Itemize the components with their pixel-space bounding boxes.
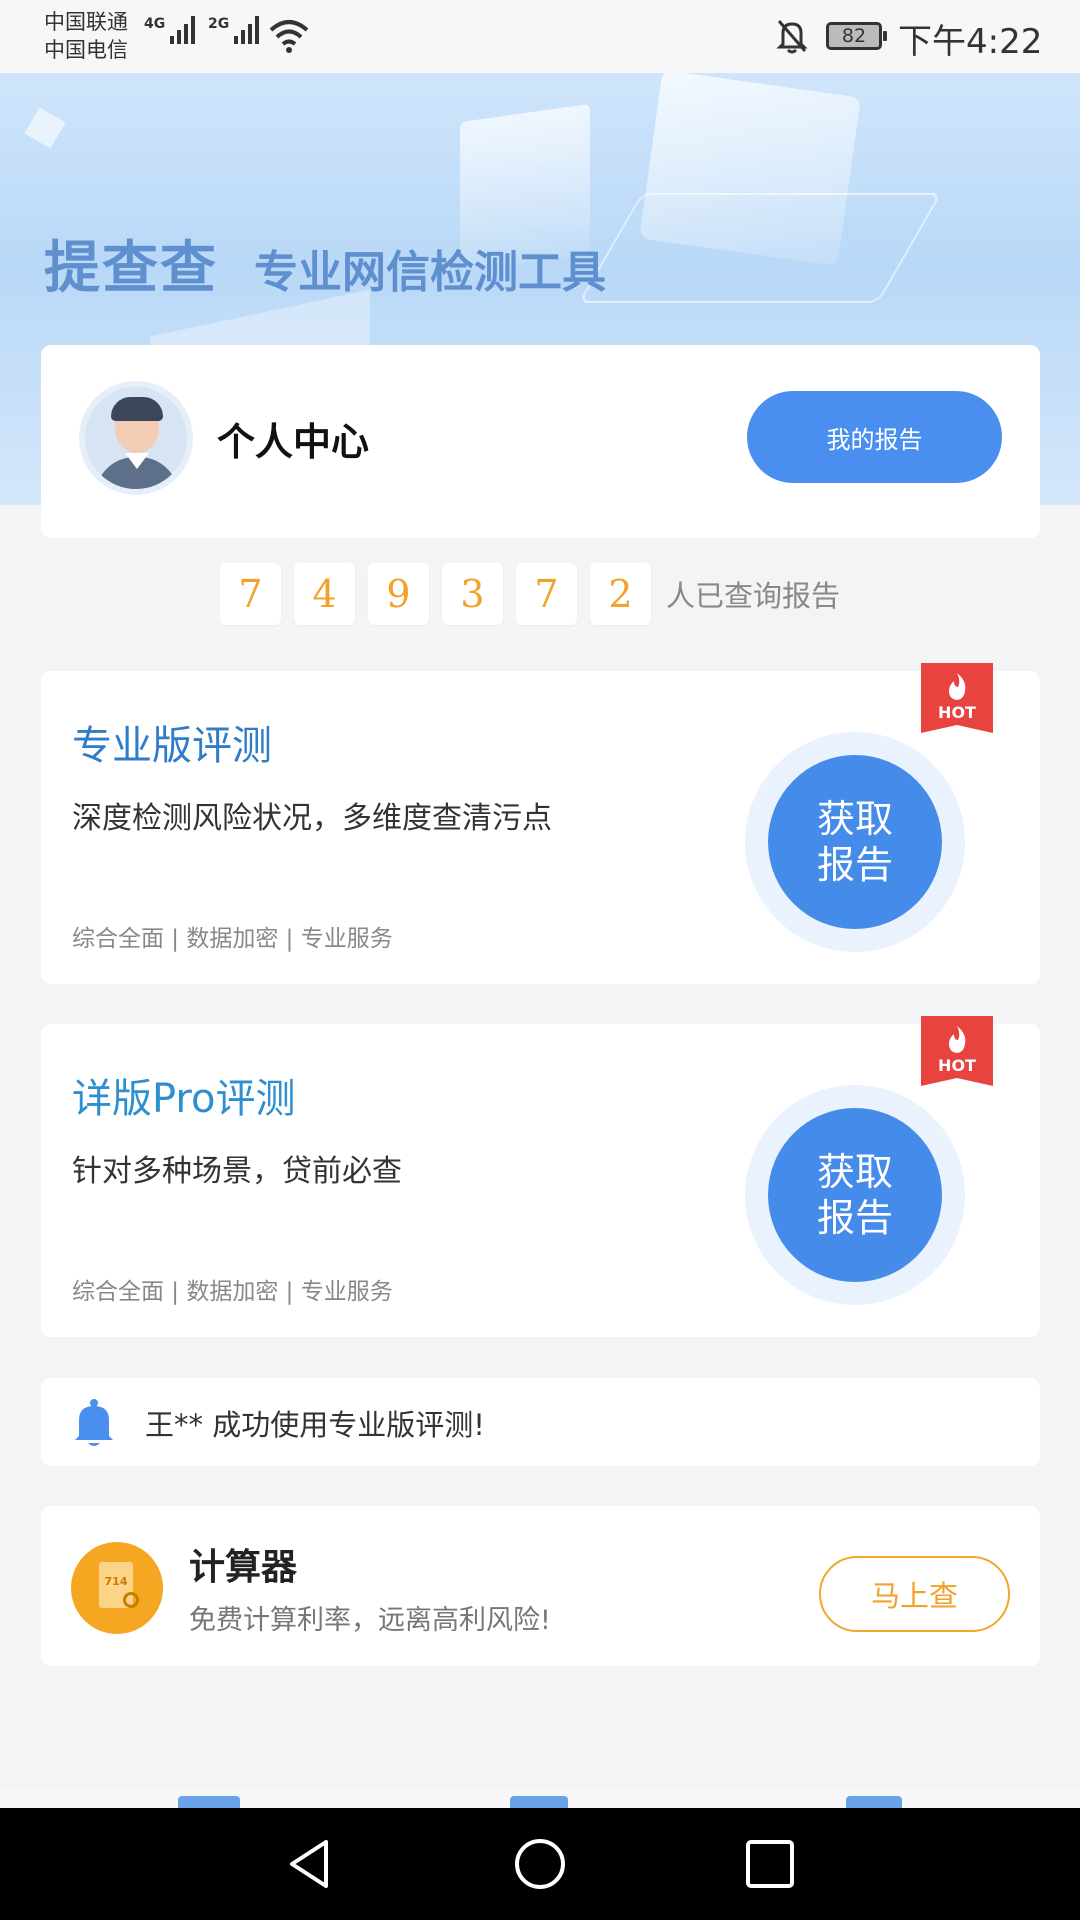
professional-eval-card[interactable]: 专业版评测 深度检测风险状况，多维度查清污点 综合全面 | 数据加密 | 专业服… xyxy=(41,663,1040,984)
notice-bar: 王** 成功使用专业版评测! xyxy=(41,1378,1040,1466)
counter-digit: 3 xyxy=(442,563,503,625)
profile-title: 个人中心 xyxy=(217,420,370,464)
tab-icon-profile[interactable] xyxy=(846,1796,902,1808)
carrier-info: 中国联通 中国电信 xyxy=(44,8,128,64)
eval-title: 详版Pro评测 xyxy=(72,1076,296,1122)
tab-icon-report[interactable] xyxy=(510,1796,568,1808)
calculator-title: 计算器 xyxy=(189,1547,298,1588)
get-report-button[interactable]: 获取 报告 xyxy=(768,755,942,929)
get-report-ring: 获取 报告 xyxy=(745,1085,965,1305)
calculator-description: 免费计算利率，远离高利风险! xyxy=(189,1605,551,1636)
wifi-icon xyxy=(269,20,309,53)
svg-text:HOT: HOT xyxy=(938,703,976,722)
back-icon[interactable] xyxy=(282,1836,338,1892)
avatar[interactable] xyxy=(79,381,193,495)
get-report-button[interactable]: 获取 报告 xyxy=(768,1108,942,1282)
app-tagline: 专业网信检测工具 xyxy=(254,247,606,298)
signal-icon-1: 4G xyxy=(144,16,196,44)
hot-badge-icon: HOT xyxy=(921,1016,993,1086)
carrier-1: 中国联通 xyxy=(44,10,128,34)
notice-text: 王** 成功使用专业版评测! xyxy=(145,1408,485,1442)
counter-digit: 4 xyxy=(294,563,355,625)
signal-icon-2: 2G xyxy=(208,16,260,44)
counter-label: 人已查询报告 xyxy=(666,579,841,613)
counter-digit: 7 xyxy=(220,563,281,625)
calculator-card[interactable]: 714 计算器 免费计算利率，远离高利风险! 马上查 xyxy=(41,1506,1040,1666)
check-now-button[interactable]: 马上查 xyxy=(819,1556,1010,1632)
battery-icon: 82 xyxy=(826,22,887,50)
clock: 下午4:22 xyxy=(898,22,1043,62)
counter-digit: 2 xyxy=(590,563,651,625)
tab-icon-home[interactable] xyxy=(178,1796,240,1808)
recents-icon[interactable] xyxy=(742,1836,798,1892)
query-counter: 7 4 9 3 7 2 人已查询报告 xyxy=(220,563,840,625)
counter-digit: 7 xyxy=(516,563,577,625)
eval-description: 深度检测风险状况，多维度查清污点 xyxy=(72,801,552,836)
svg-text:HOT: HOT xyxy=(938,1056,976,1075)
eval-title: 专业版评测 xyxy=(72,723,272,769)
hot-badge-icon: HOT xyxy=(921,663,993,733)
home-icon[interactable] xyxy=(512,1836,568,1892)
system-nav-bar xyxy=(0,1808,1080,1920)
profile-card[interactable]: 个人中心 我的报告 xyxy=(41,345,1040,538)
status-bar: 中国联通 中国电信 4G 2G 82 下午4:22 xyxy=(0,0,1080,73)
eval-features: 综合全面 | 数据加密 | 专业服务 xyxy=(72,926,393,952)
pro-eval-card[interactable]: 详版Pro评测 针对多种场景，贷前必查 综合全面 | 数据加密 | 专业服务 获… xyxy=(41,1016,1040,1337)
my-report-button[interactable]: 我的报告 xyxy=(747,391,1002,483)
calculator-icon: 714 xyxy=(71,1542,163,1634)
bell-off-icon xyxy=(776,20,808,54)
counter-digit: 9 xyxy=(368,563,429,625)
get-report-ring: 获取 报告 xyxy=(745,732,965,952)
eval-features: 综合全面 | 数据加密 | 专业服务 xyxy=(72,1279,393,1305)
bell-icon xyxy=(75,1399,113,1446)
app-brand: 提查查 xyxy=(44,236,218,301)
eval-description: 针对多种场景，贷前必查 xyxy=(72,1154,402,1189)
carrier-2: 中国电信 xyxy=(44,38,128,62)
